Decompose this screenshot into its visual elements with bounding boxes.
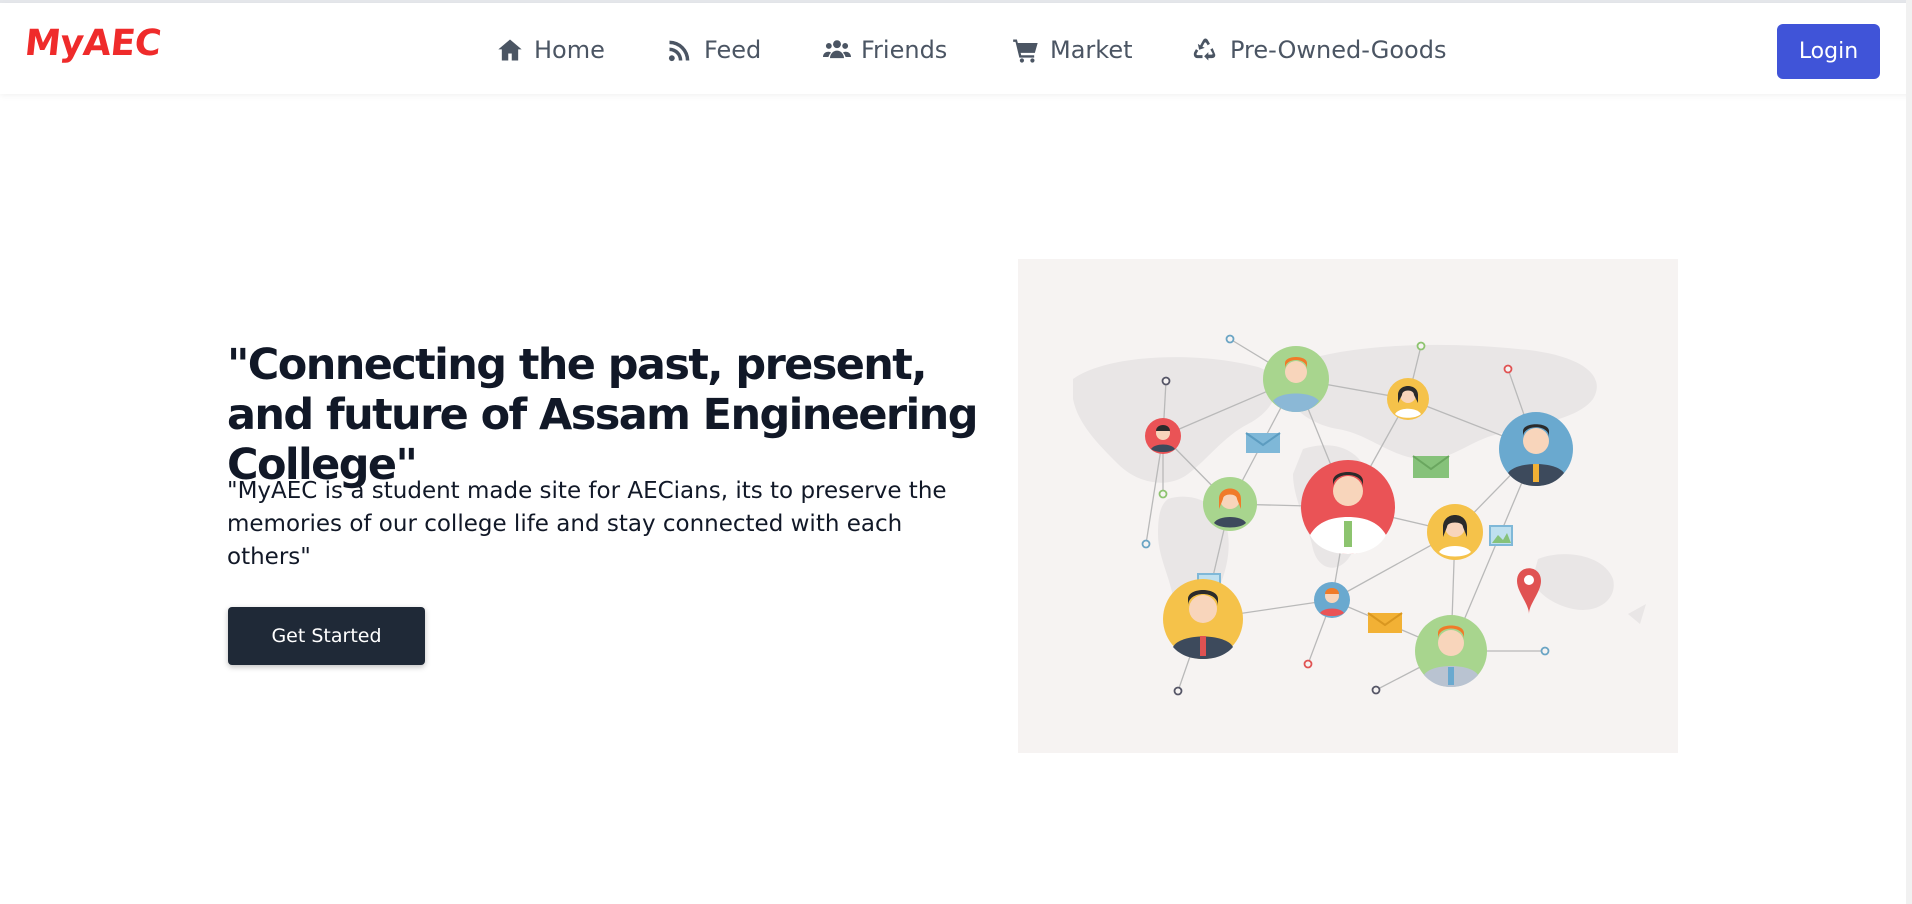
nav-item-friends[interactable]: Friends [823, 33, 947, 67]
site-logo[interactable]: MyAEC [23, 23, 163, 64]
social-network-illustration [1073, 334, 1646, 696]
home-icon [498, 39, 522, 61]
scrollbar[interactable] [1906, 0, 1912, 904]
nav-label-home: Home [534, 36, 605, 64]
nav-label-friends: Friends [861, 36, 948, 64]
navbar: MyAEC Home Feed Friends Market Pre-Owned… [0, 3, 1912, 94]
nav-label-market: Market [1050, 36, 1133, 64]
nav-label-pre-owned-goods: Pre-Owned-Goods [1230, 36, 1447, 64]
hero-illustration [1018, 259, 1678, 753]
shopping-cart-icon [1013, 39, 1038, 63]
nav-item-home[interactable]: Home [496, 33, 605, 67]
recycle-icon [1193, 38, 1216, 61]
get-started-button[interactable]: Get Started [228, 607, 425, 665]
login-button[interactable]: Login [1777, 24, 1880, 79]
hero-title: "Connecting the past, present, and futur… [227, 340, 978, 490]
nav-item-market[interactable]: Market [1012, 33, 1133, 67]
rss-feed-icon [668, 40, 690, 62]
nav-label-feed: Feed [704, 36, 762, 64]
hero-description: "MyAEC is a student made site for AECian… [227, 478, 947, 570]
users-icon [823, 40, 851, 59]
nav-item-feed[interactable]: Feed [666, 33, 761, 67]
nav-item-pre-owned-goods[interactable]: Pre-Owned-Goods [1192, 33, 1446, 67]
